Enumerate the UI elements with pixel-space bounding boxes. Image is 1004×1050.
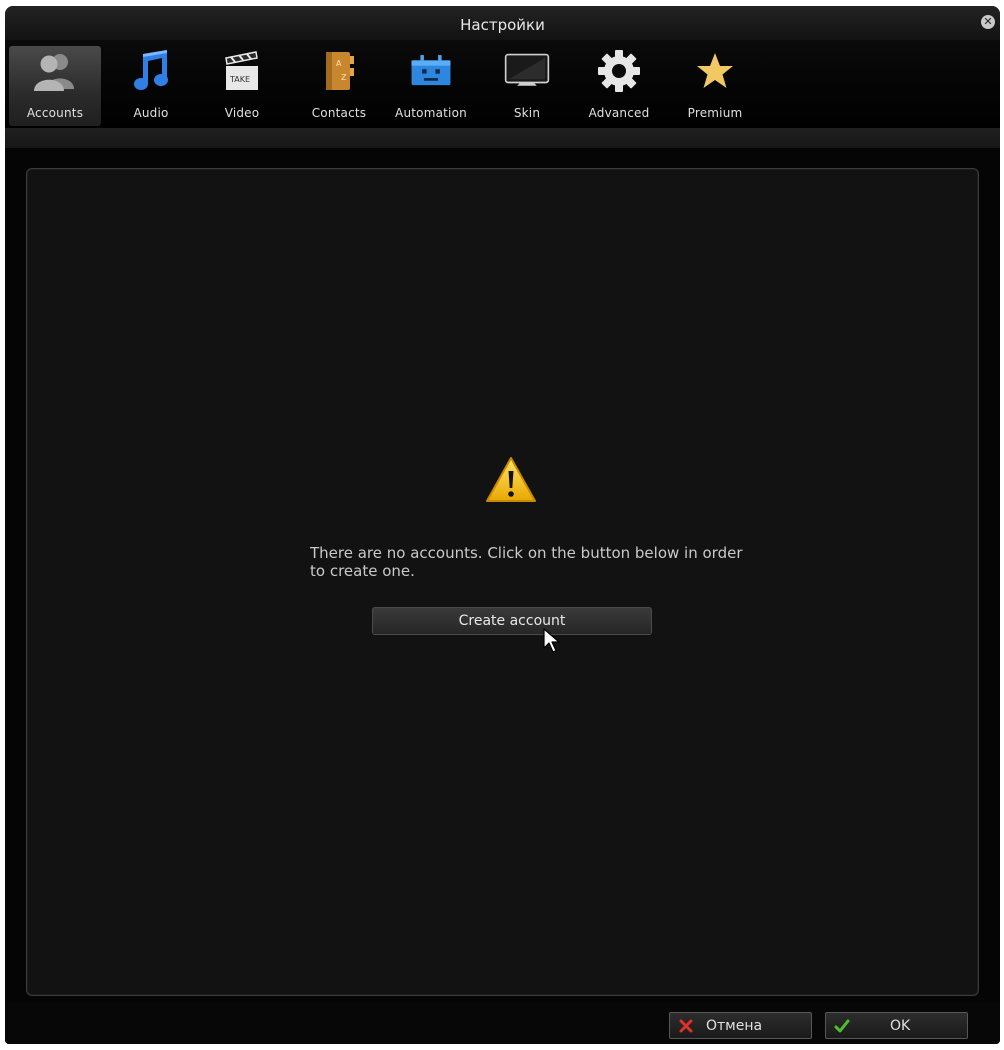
svg-text:A: A (336, 59, 342, 68)
tab-video[interactable]: TAKE Video (196, 46, 288, 126)
tab-label: Video (224, 106, 260, 120)
no-accounts-message: There are no accounts. Click on the butt… (310, 544, 743, 580)
toolbar-divider (5, 128, 1000, 148)
tab-label: Advanced (588, 106, 650, 120)
checkmark-icon (834, 1019, 850, 1032)
gear-icon (596, 48, 642, 94)
cancel-x-icon (679, 1019, 693, 1032)
tab-audio[interactable]: Audio (105, 46, 197, 126)
svg-text:TAKE: TAKE (229, 75, 250, 84)
cancel-label: Отмена (706, 1017, 763, 1034)
tab-skin[interactable]: Skin (481, 46, 573, 126)
mouse-cursor-icon (543, 628, 560, 653)
create-account-button[interactable]: Create account (372, 607, 652, 635)
ok-label: OK (890, 1017, 911, 1034)
address-book-icon: A Z (316, 48, 362, 94)
accounts-panel: There are no accounts. Click on the butt… (26, 168, 979, 996)
tab-label: Skin (513, 106, 541, 120)
robot-icon (408, 48, 454, 94)
tab-label: Contacts (311, 106, 367, 120)
tab-contacts[interactable]: A Z Contacts (293, 46, 385, 126)
star-icon (692, 48, 738, 94)
tab-label: Automation (395, 106, 467, 120)
close-icon[interactable]: ✕ (981, 15, 995, 29)
tab-advanced[interactable]: Advanced (573, 46, 665, 126)
ok-button[interactable]: OK (825, 1012, 968, 1039)
tab-label: Audio (133, 106, 169, 120)
svg-text:Z: Z (341, 73, 347, 82)
settings-toolbar: Accounts Audio TAKE Video A Z Contacts A… (5, 40, 1000, 128)
tab-label: Premium (687, 106, 743, 120)
window-title: Настройки (460, 16, 545, 34)
accounts-icon (32, 48, 78, 94)
monitor-icon (504, 48, 550, 94)
dialog-footer: Отмена OK (5, 1001, 1000, 1044)
tab-label: Accounts (26, 106, 84, 120)
clapperboard-icon: TAKE (219, 48, 265, 94)
music-note-icon (128, 48, 174, 94)
settings-window: Настройки ✕ Accounts Audio TAKE Video A … (5, 6, 1000, 1044)
cancel-button[interactable]: Отмена (669, 1012, 812, 1039)
warning-icon (484, 455, 538, 505)
tab-accounts[interactable]: Accounts (9, 46, 101, 126)
tab-automation[interactable]: Automation (385, 46, 477, 126)
title-bar: Настройки ✕ (5, 6, 1000, 40)
tab-premium[interactable]: Premium (669, 46, 761, 126)
